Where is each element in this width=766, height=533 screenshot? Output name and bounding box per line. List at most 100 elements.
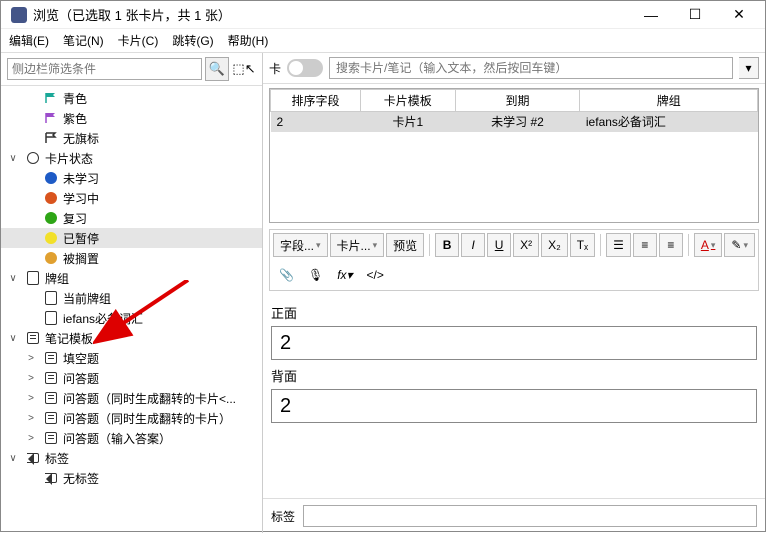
- maximize-button[interactable]: ☐: [673, 1, 717, 29]
- cards-button[interactable]: 卡片...: [330, 233, 385, 257]
- tree-item[interactable]: ∨无旗标: [1, 128, 262, 148]
- tree-item-label: 笔记模板: [45, 330, 93, 347]
- tree-item[interactable]: ∨ 标签: [1, 448, 262, 468]
- card-note-toggle[interactable]: [287, 59, 323, 77]
- html-button[interactable]: </>: [361, 263, 390, 287]
- menu-help[interactable]: 帮助(H): [228, 32, 269, 49]
- tree-item[interactable]: ∨学习中: [1, 188, 262, 208]
- expander-icon[interactable]: ∨: [5, 153, 21, 164]
- attach-icon[interactable]: 📎: [273, 263, 300, 287]
- col-sort[interactable]: 排序字段: [271, 90, 361, 112]
- tags-label: 标签: [271, 508, 295, 525]
- close-button[interactable]: ✕: [717, 1, 761, 29]
- tree-item-label: 牌组: [45, 270, 69, 287]
- tree-item[interactable]: ∨ 牌组: [1, 268, 262, 288]
- search-input[interactable]: [329, 57, 733, 79]
- preview-button[interactable]: 预览: [386, 233, 424, 257]
- tree-item-label: 无旗标: [63, 130, 99, 147]
- menu-card[interactable]: 卡片(C): [118, 32, 159, 49]
- search-dropdown[interactable]: ▾: [739, 57, 759, 79]
- tree-item[interactable]: ∨当前牌组: [1, 288, 262, 308]
- table-row[interactable]: 2 卡片1 未学习 #2 iefans必备词汇: [271, 112, 758, 132]
- expander-icon[interactable]: ∨: [5, 333, 21, 344]
- back-field[interactable]: [271, 389, 757, 423]
- expander-icon[interactable]: >: [23, 433, 39, 444]
- align-button[interactable]: ≡: [659, 233, 683, 257]
- tree-item[interactable]: >问答题: [1, 368, 262, 388]
- menu-edit[interactable]: 编辑(E): [9, 32, 49, 49]
- clear-format-button[interactable]: Tₓ: [570, 233, 595, 257]
- tags-input[interactable]: [303, 505, 757, 527]
- tree-item-icon: [43, 170, 59, 186]
- tree-item-icon: [43, 190, 59, 206]
- italic-button[interactable]: I: [461, 233, 485, 257]
- bold-button[interactable]: B: [435, 233, 459, 257]
- expander-icon[interactable]: >: [23, 413, 39, 424]
- tree-item-label: 卡片状态: [45, 150, 93, 167]
- menu-note[interactable]: 笔记(N): [63, 32, 104, 49]
- subscript-button[interactable]: X₂: [541, 233, 568, 257]
- tree-item-icon: [25, 270, 41, 286]
- expander-icon[interactable]: >: [23, 373, 39, 384]
- tree-item-label: 复习: [63, 210, 87, 227]
- col-deck[interactable]: 牌组: [580, 90, 758, 112]
- tree-item[interactable]: >问答题（输入答案）: [1, 428, 262, 448]
- expander-icon[interactable]: ∨: [5, 273, 21, 284]
- tree-item[interactable]: > 问答题（同时生成翻转的卡片<...: [1, 388, 262, 408]
- tree-item-label: iefans必备词汇: [63, 310, 143, 327]
- window-title: 浏览（已选取 1 张卡片，共 1 张）: [33, 5, 629, 24]
- tree-item-icon: [43, 130, 59, 146]
- tree-item-label: 当前牌组: [63, 290, 111, 307]
- tree-item-icon: [43, 350, 59, 366]
- sidebar-tree[interactable]: ∨青色∨紫色∨无旗标∨卡片状态∨未学习∨学习中∨复习∨已暂停∨被搁置∨牌组∨当前…: [1, 86, 262, 533]
- menu-goto[interactable]: 跳转(G): [172, 32, 213, 49]
- tree-item[interactable]: ∨青色: [1, 88, 262, 108]
- ul-button[interactable]: ☰: [606, 233, 631, 257]
- tree-item-icon: [25, 450, 41, 466]
- tree-item-icon: [43, 250, 59, 266]
- fx-button[interactable]: fx▾: [331, 263, 358, 287]
- tree-item-label: 问答题（同时生成翻转的卡片）: [63, 410, 231, 427]
- tree-item[interactable]: ∨iefans必备词汇: [1, 308, 262, 328]
- highlight-button[interactable]: ✎: [724, 233, 755, 257]
- tree-item[interactable]: ∨未学习: [1, 168, 262, 188]
- tree-item[interactable]: ∨紫色: [1, 108, 262, 128]
- underline-button[interactable]: U: [487, 233, 511, 257]
- fields-button[interactable]: 字段...: [273, 233, 328, 257]
- tree-item[interactable]: ∨ 卡片状态: [1, 148, 262, 168]
- expander-icon[interactable]: ∨: [5, 453, 21, 464]
- superscript-button[interactable]: X²: [513, 233, 539, 257]
- tree-item-icon: [43, 230, 59, 246]
- front-field[interactable]: [271, 326, 757, 360]
- expander-icon[interactable]: >: [23, 393, 39, 404]
- text-color-button[interactable]: A: [694, 233, 723, 257]
- mic-icon[interactable]: 🎙: [302, 263, 329, 287]
- col-template[interactable]: 卡片模板: [361, 90, 456, 112]
- tree-item[interactable]: ∨复习: [1, 208, 262, 228]
- front-label: 正面: [271, 303, 757, 322]
- col-due[interactable]: 到期: [455, 90, 580, 112]
- tree-item[interactable]: ∨被搁置: [1, 248, 262, 268]
- tree-item-icon: [43, 90, 59, 106]
- tree-item[interactable]: ∨已暂停: [1, 228, 262, 248]
- search-icon[interactable]: 🔍: [205, 57, 229, 81]
- tree-item[interactable]: > 问答题（同时生成翻转的卡片）: [1, 408, 262, 428]
- select-icon[interactable]: ⬚↖: [232, 57, 256, 81]
- tree-item[interactable]: >填空题: [1, 348, 262, 368]
- tree-item-label: 问答题（同时生成翻转的卡片<...: [63, 390, 236, 407]
- tree-item[interactable]: ∨无标签: [1, 468, 262, 488]
- tree-item-icon: [43, 110, 59, 126]
- ol-button[interactable]: ≡: [633, 233, 657, 257]
- tree-item[interactable]: ∨ 笔记模板: [1, 328, 262, 348]
- tree-item-label: 被搁置: [63, 250, 99, 267]
- tree-item-icon: [43, 370, 59, 386]
- expander-icon[interactable]: >: [23, 353, 39, 364]
- tree-item-icon: [43, 290, 59, 306]
- tree-item-label: 紫色: [63, 110, 87, 127]
- card-toggle-label: 卡: [269, 60, 281, 77]
- tree-item-icon: [25, 330, 41, 346]
- sidebar-filter-input[interactable]: [7, 58, 202, 80]
- tree-item-label: 标签: [45, 450, 69, 467]
- minimize-button[interactable]: —: [629, 1, 673, 29]
- tree-item-label: 无标签: [63, 470, 99, 487]
